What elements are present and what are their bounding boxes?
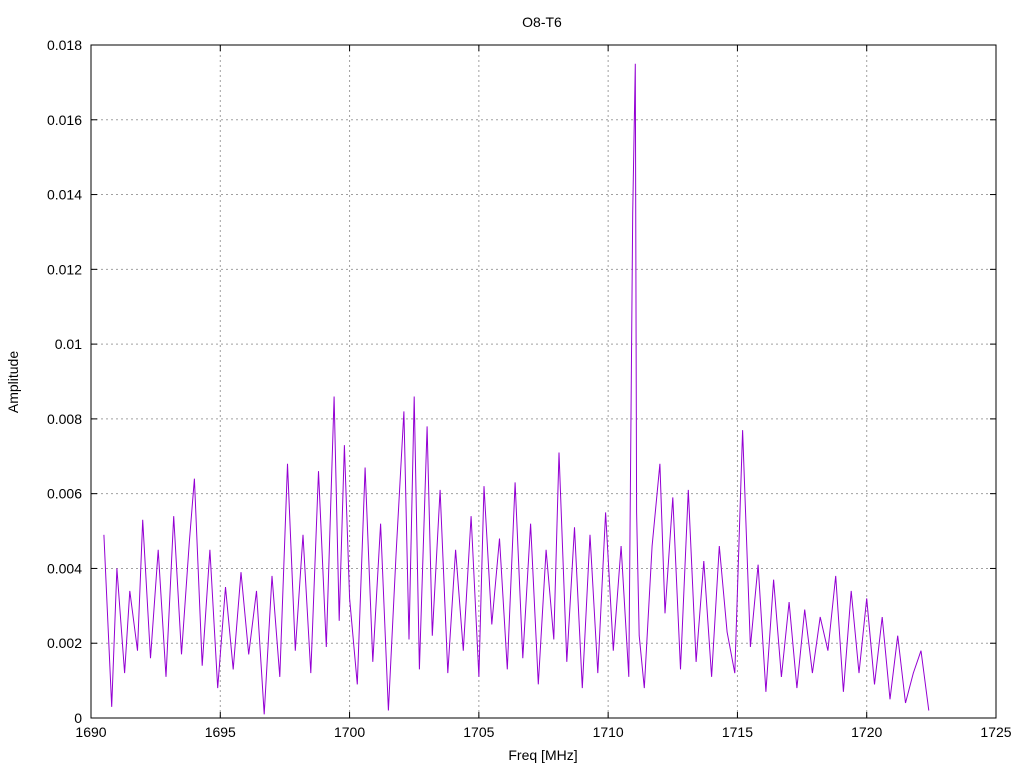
y-tick-label: 0.008 [47, 411, 82, 427]
y-tick-label: 0 [74, 710, 82, 726]
x-tick-label: 1710 [593, 724, 624, 740]
x-tick-label: 1690 [75, 724, 106, 740]
y-tick-label: 0.01 [55, 336, 82, 352]
chart-title: O8-T6 [522, 14, 562, 30]
y-tick-label: 0.002 [47, 635, 82, 651]
y-tick-label: 0.006 [47, 486, 82, 502]
x-tick-label: 1705 [463, 724, 494, 740]
y-tick-label: 0.014 [47, 187, 82, 203]
amplitude-chart: 1690 1695 1700 1705 1710 1715 1720 1725 0 0.002 0… [0, 0, 1024, 768]
x-tick-label: 1715 [722, 724, 753, 740]
chart-background [0, 0, 1024, 768]
y-tick-label: 0.018 [47, 37, 82, 53]
x-tick-label: 1725 [980, 724, 1011, 740]
x-tick-label: 1700 [334, 724, 365, 740]
y-axis-label: Amplitude [5, 351, 21, 413]
x-tick-label: 1720 [851, 724, 882, 740]
chart-container: 1690 1695 1700 1705 1710 1715 1720 1725 0 0.002 0… [0, 0, 1024, 768]
x-tick-label: 1695 [205, 724, 236, 740]
y-tick-label: 0.012 [47, 261, 82, 277]
y-tick-label: 0.016 [47, 112, 82, 128]
x-axis-label: Freq [MHz] [508, 747, 577, 763]
y-tick-label: 0.004 [47, 560, 82, 576]
